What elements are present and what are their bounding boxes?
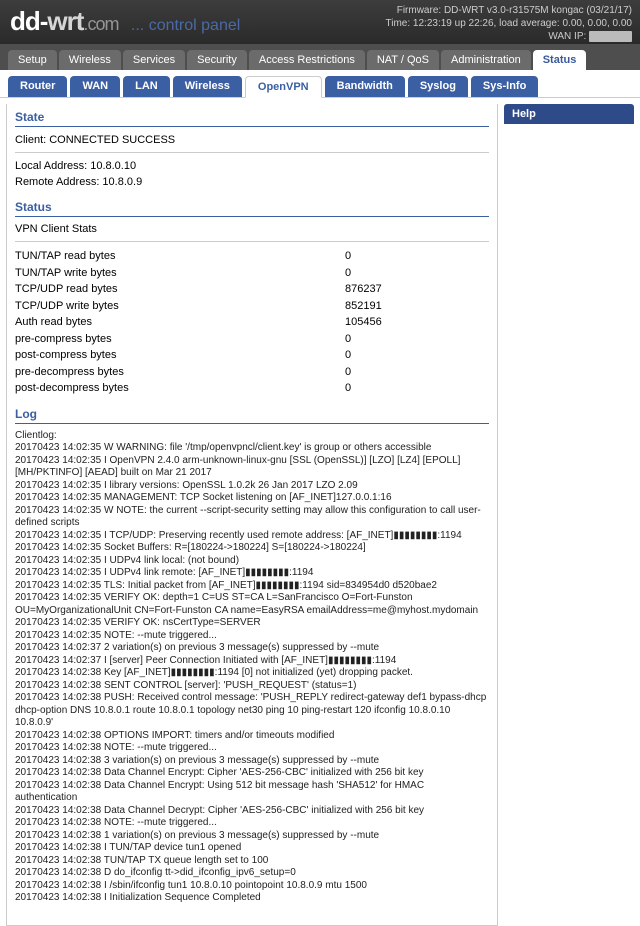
stat-key: TCP/UDP write bytes xyxy=(15,298,345,315)
subtab-bandwidth[interactable]: Bandwidth xyxy=(325,76,405,97)
firmware-line: Firmware: DD-WRT v3.0-r31575M kongac (03… xyxy=(386,4,632,17)
section-state: State Client: CONNECTED SUCCESS Local Ad… xyxy=(15,110,489,190)
client-state: Client: CONNECTED SUCCESS xyxy=(15,133,489,148)
tab-access-restrictions[interactable]: Access Restrictions xyxy=(249,50,365,70)
logo-com: com xyxy=(87,14,118,34)
stat-key: post-decompress bytes xyxy=(15,380,345,397)
log-title: Log xyxy=(15,407,489,424)
tab-services[interactable]: Services xyxy=(123,50,185,70)
stat-row: pre-decompress bytes0 xyxy=(15,364,489,381)
stat-row: Auth read bytes105456 xyxy=(15,314,489,331)
stat-value: 0 xyxy=(345,248,489,265)
sub-tabs: RouterWANLANWirelessOpenVPNBandwidthSysl… xyxy=(0,70,640,98)
stat-key: TCP/UDP read bytes xyxy=(15,281,345,298)
tab-administration[interactable]: Administration xyxy=(441,50,531,70)
section-status: Status VPN Client Stats TUN/TAP read byt… xyxy=(15,200,489,397)
stat-row: TCP/UDP read bytes876237 xyxy=(15,281,489,298)
stat-key: pre-decompress bytes xyxy=(15,364,345,381)
content: State Client: CONNECTED SUCCESS Local Ad… xyxy=(0,98,640,926)
tab-setup[interactable]: Setup xyxy=(8,50,57,70)
divider xyxy=(15,152,489,153)
stat-row: pre-compress bytes0 xyxy=(15,331,489,348)
subtab-sys-info[interactable]: Sys-Info xyxy=(471,76,538,97)
help-box: Help xyxy=(504,104,634,124)
state-title: State xyxy=(15,110,489,127)
logo-mid: wrt xyxy=(47,6,83,36)
logo-cp: ... control panel xyxy=(131,17,240,34)
stat-value: 0 xyxy=(345,364,489,381)
side-pane: Help xyxy=(504,104,634,926)
stat-value: 105456 xyxy=(345,314,489,331)
time-line: Time: 12:23:19 up 22:26, load average: 0… xyxy=(386,17,632,30)
stat-value: 0 xyxy=(345,331,489,348)
subtab-router[interactable]: Router xyxy=(8,76,67,97)
status-title: Status xyxy=(15,200,489,217)
status-rows: TUN/TAP read bytes0TUN/TAP write bytes0T… xyxy=(15,248,489,397)
stat-value: 852191 xyxy=(345,298,489,315)
logo-pre: dd- xyxy=(10,6,47,36)
stat-key: pre-compress bytes xyxy=(15,331,345,348)
stat-value: 0 xyxy=(345,380,489,397)
tab-status[interactable]: Status xyxy=(533,50,587,70)
help-title[interactable]: Help xyxy=(504,104,634,124)
subtab-lan[interactable]: LAN xyxy=(123,76,170,97)
divider xyxy=(15,241,489,242)
header-info: Firmware: DD-WRT v3.0-r31575M kongac (03… xyxy=(386,4,632,43)
stat-value: 876237 xyxy=(345,281,489,298)
subtab-syslog[interactable]: Syslog xyxy=(408,76,468,97)
stat-value: 0 xyxy=(345,265,489,282)
stat-key: Auth read bytes xyxy=(15,314,345,331)
stat-row: post-decompress bytes0 xyxy=(15,380,489,397)
section-log: Log Clientlog: 20170423 14:02:35 W WARNI… xyxy=(15,407,489,905)
tab-security[interactable]: Security xyxy=(187,50,247,70)
stat-key: post-compress bytes xyxy=(15,347,345,364)
tab-wireless[interactable]: Wireless xyxy=(59,50,121,70)
local-address: Local Address: 10.8.0.10 xyxy=(15,159,489,174)
subtab-wan[interactable]: WAN xyxy=(70,76,120,97)
logo: dd-wrt.com ... control panel xyxy=(10,6,240,36)
stat-value: 0 xyxy=(345,347,489,364)
subtab-openvpn[interactable]: OpenVPN xyxy=(245,76,322,98)
stat-row: TUN/TAP read bytes0 xyxy=(15,248,489,265)
status-subhead: VPN Client Stats xyxy=(15,223,489,235)
stat-row: TCP/UDP write bytes852191 xyxy=(15,298,489,315)
log-output: Clientlog: 20170423 14:02:35 W WARNING: … xyxy=(15,430,489,905)
stat-row: post-compress bytes0 xyxy=(15,347,489,364)
stat-key: TUN/TAP read bytes xyxy=(15,248,345,265)
main-pane: State Client: CONNECTED SUCCESS Local Ad… xyxy=(6,104,498,926)
main-tabs: SetupWirelessServicesSecurityAccess Rest… xyxy=(0,44,640,70)
tab-nat-qos[interactable]: NAT / QoS xyxy=(367,50,439,70)
wanip-line: WAN IP: 0000000 xyxy=(386,30,632,43)
stat-row: TUN/TAP write bytes0 xyxy=(15,265,489,282)
header: dd-wrt.com ... control panel Firmware: D… xyxy=(0,0,640,44)
subtab-wireless[interactable]: Wireless xyxy=(173,76,242,97)
remote-address: Remote Address: 10.8.0.9 xyxy=(15,175,489,190)
stat-key: TUN/TAP write bytes xyxy=(15,265,345,282)
